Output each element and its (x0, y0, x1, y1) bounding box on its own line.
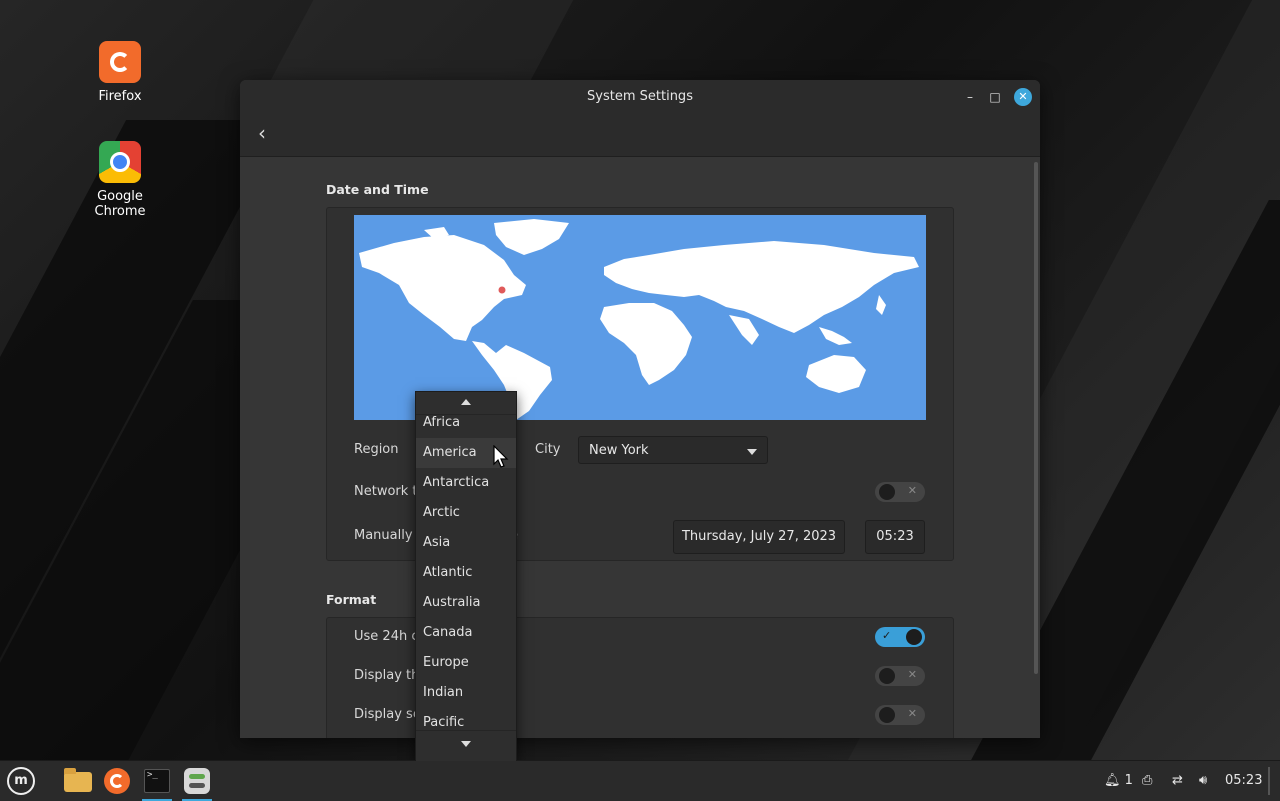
location-pin-icon (497, 285, 507, 295)
folder-icon (64, 768, 92, 792)
printer-icon[interactable]: ⎙ (1142, 761, 1152, 801)
window-titlebar: System Settings – □ ✕ ‹ (240, 80, 1040, 157)
close-button[interactable]: ✕ (1014, 88, 1032, 106)
region-option[interactable]: Indian (416, 678, 516, 708)
desktop-icon-label: Google Chrome (94, 189, 146, 219)
window-title: System Settings (587, 89, 693, 104)
toggle-knob (879, 707, 895, 723)
terminal-icon: >_ (144, 769, 170, 793)
display-date-label: Display th (354, 668, 420, 683)
settings-icon (184, 768, 210, 794)
notifications-tray[interactable]: 🔔︎ 1 (1104, 761, 1133, 801)
use-24h-toggle[interactable]: ✓ (875, 627, 925, 647)
network-time-label: Network t (354, 484, 418, 499)
chevron-up-icon (461, 399, 471, 405)
taskbar-files[interactable] (60, 765, 94, 797)
region-option[interactable]: Australia (416, 588, 516, 618)
minimize-button[interactable]: – (961, 88, 979, 106)
region-option[interactable]: Canada (416, 618, 516, 648)
toggle-off-icon: ✕ (907, 668, 917, 681)
region-option[interactable]: Antarctica (416, 468, 516, 498)
dropdown-scroll-up[interactable] (416, 392, 516, 415)
region-option[interactable]: Atlantic (416, 558, 516, 588)
toggle-off-icon: ✕ (907, 707, 917, 720)
toggle-off-icon: ✕ (907, 484, 917, 497)
format-section-title: Format (326, 592, 377, 607)
manual-time-label: Manually (354, 528, 413, 543)
back-button[interactable]: ‹ (258, 123, 266, 143)
mint-logo-icon: m (7, 767, 35, 795)
region-option[interactable]: Asia (416, 528, 516, 558)
toggle-knob (879, 668, 895, 684)
taskbar-terminal[interactable]: >_ (140, 765, 174, 801)
time-button[interactable]: 05:23 (865, 520, 925, 554)
world-map-graphic (359, 219, 919, 420)
date-button[interactable]: Thursday, July 27, 2023 (673, 520, 845, 554)
desktop-icon-label: Firefox (98, 89, 142, 104)
toggle-knob (906, 629, 922, 645)
bell-icon: 🔔︎ (1104, 773, 1121, 788)
display-seconds-label: Display se (354, 707, 421, 722)
taskbar: m >_ 🔔︎ 1 ⎙ ⇄ 🔊︎ 05:23 (0, 760, 1280, 801)
display-date-toggle[interactable]: ✕ (875, 666, 925, 686)
region-option[interactable]: Arctic (416, 498, 516, 528)
region-option[interactable]: Europe (416, 648, 516, 678)
chevron-down-icon (461, 741, 471, 747)
check-icon: ✓ (882, 629, 892, 642)
toggle-knob (879, 484, 895, 500)
window-scrollbar[interactable] (1034, 162, 1038, 674)
desktop-icon-firefox[interactable]: Firefox (70, 41, 170, 104)
date-time-section-title: Date and Time (326, 182, 429, 197)
display-seconds-toggle[interactable]: ✕ (875, 705, 925, 725)
network-icon[interactable]: ⇄ (1172, 761, 1183, 801)
use-24h-label: Use 24h cl (354, 629, 423, 644)
show-desktop-handle[interactable] (1268, 767, 1270, 795)
region-label: Region (354, 442, 399, 457)
city-combobox[interactable]: New York (578, 436, 768, 464)
chevron-down-icon (747, 449, 757, 455)
firefox-icon (104, 768, 130, 794)
volume-icon[interactable]: 🔊︎ (1199, 761, 1207, 801)
city-combobox-value: New York (589, 443, 649, 458)
taskbar-firefox[interactable] (100, 765, 134, 797)
network-time-toggle[interactable]: ✕ (875, 482, 925, 502)
maximize-button[interactable]: □ (986, 88, 1004, 106)
taskbar-system-settings[interactable] (180, 765, 214, 801)
settings-window: System Settings – □ ✕ ‹ Date and Time Re… (240, 80, 1040, 738)
firefox-icon (99, 41, 141, 83)
city-label: City (535, 442, 561, 457)
wallpaper-shape (265, 0, 595, 90)
clock[interactable]: 05:23 (1225, 761, 1262, 801)
dropdown-scroll-down[interactable] (416, 730, 516, 761)
chrome-icon (99, 141, 141, 183)
notifications-count: 1 (1124, 773, 1133, 788)
menu-button[interactable]: m (4, 765, 38, 797)
timezone-map[interactable] (354, 215, 926, 420)
desktop-icon-chrome[interactable]: Google Chrome (70, 141, 170, 219)
